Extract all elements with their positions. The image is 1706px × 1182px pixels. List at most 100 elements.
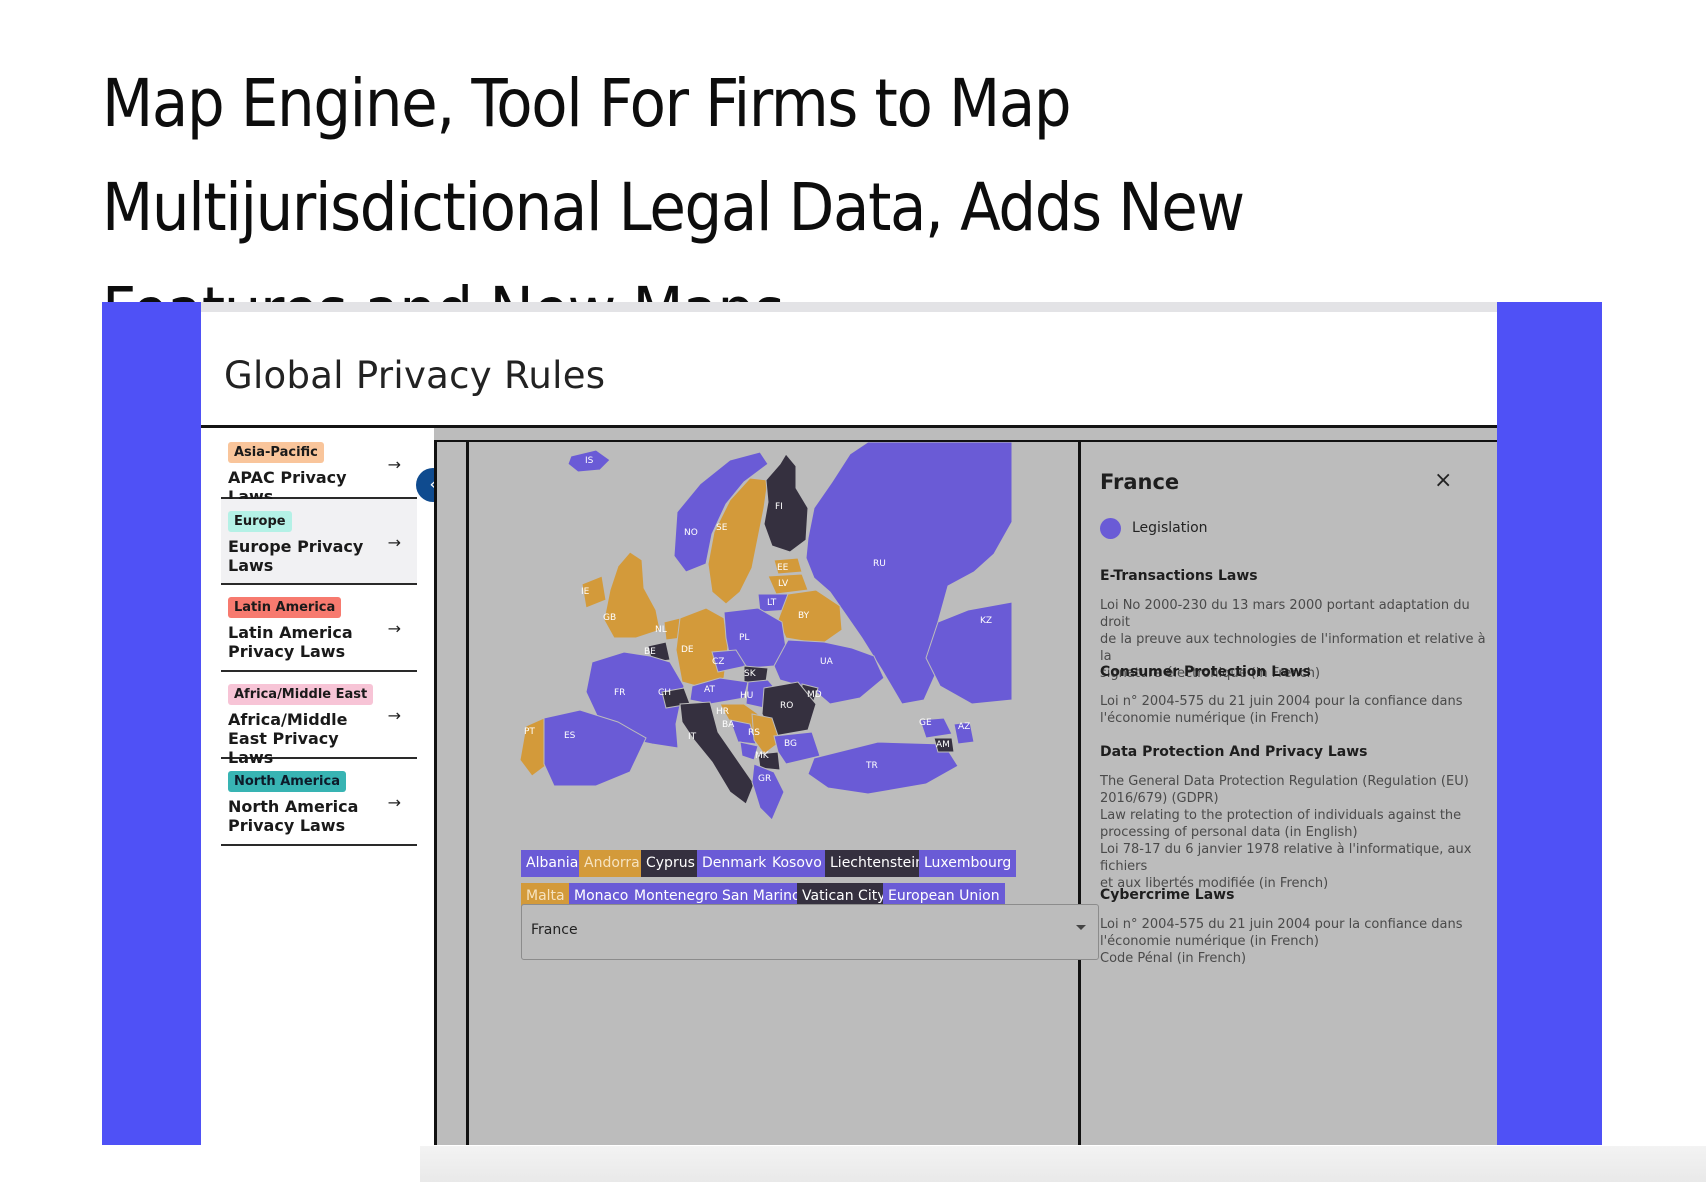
country-label: RS: [748, 728, 760, 738]
region-tag: Africa/Middle East: [228, 684, 374, 705]
arrow-right-icon: →: [387, 619, 401, 638]
law-line: de la preuve aux technologies de l'infor…: [1100, 632, 1486, 664]
law-line: processing of personal data (in English): [1100, 825, 1358, 840]
country-label: BG: [784, 739, 797, 749]
country-label: FR: [614, 688, 625, 698]
sidebar-item-latin-america[interactable]: Latin America Latin America Privacy Laws…: [221, 585, 417, 672]
arrow-right-icon: →: [387, 793, 401, 812]
region-tag: North America: [228, 771, 346, 792]
country-chip[interactable]: Luxembourg: [919, 850, 1017, 877]
country-label: RU: [873, 559, 886, 569]
sidebar-item-north-america[interactable]: North America North America Privacy Laws…: [221, 759, 417, 846]
country-label: GB: [603, 613, 616, 623]
region-tag: Asia-Pacific: [228, 442, 324, 463]
country-gb[interactable]: [603, 551, 661, 639]
country-select[interactable]: France: [521, 904, 1099, 960]
section-title: Consumer Protection Laws: [1100, 664, 1311, 680]
country-select-value: France: [531, 922, 578, 938]
country-label: SK: [744, 669, 757, 679]
sidebar: Asia-Pacific APAC Privacy Laws → Europe …: [201, 428, 419, 938]
country-label: NO: [684, 528, 698, 538]
app-title: Global Privacy Rules: [224, 354, 606, 397]
sidebar-item-apac[interactable]: Asia-Pacific APAC Privacy Laws →: [221, 428, 417, 506]
country-label: BA: [722, 720, 735, 730]
country-label: CZ: [712, 657, 724, 667]
app-window: Global Privacy Rules Asia-Pacific APAC P…: [201, 302, 1497, 1145]
divider: [434, 442, 437, 1145]
country-gr[interactable]: [751, 763, 785, 821]
country-by[interactable]: [777, 589, 843, 645]
country-label: GR: [758, 774, 771, 784]
law-line: Loi 78-17 du 6 janvier 1978 relative à l…: [1100, 842, 1472, 874]
law-line: l'économie numérique (in French): [1100, 934, 1319, 949]
screenshot-frame: Global Privacy Rules Asia-Pacific APAC P…: [102, 302, 1602, 1145]
country-label: KZ: [980, 616, 992, 626]
country-label: MD: [807, 690, 822, 700]
country-fi[interactable]: [763, 453, 809, 553]
legend-label: Legislation: [1132, 520, 1208, 536]
law-line: l'économie numérique (in French): [1100, 711, 1319, 726]
country-label: BE: [644, 647, 656, 657]
section-title: Cybercrime Laws: [1100, 887, 1235, 903]
country-label: MK: [755, 751, 770, 761]
country-chip[interactable]: Andorra: [579, 850, 645, 877]
country-label: CH: [658, 688, 671, 698]
country-chip[interactable]: Cyprus: [641, 850, 700, 877]
country-chip[interactable]: Denmark: [697, 850, 772, 877]
country-label: FI: [775, 502, 783, 512]
panel-title: France: [1100, 470, 1180, 494]
sidebar-item-label: Europe Privacy Laws: [228, 537, 364, 575]
region-tag: Europe: [228, 511, 292, 532]
country-label: HR: [716, 707, 729, 717]
section-body: Loi n° 2004-575 du 21 juin 2004 pour la …: [1100, 916, 1496, 967]
country-detail-panel: France × Legislation E-Transactions Laws…: [1080, 442, 1497, 1145]
section-body: Loi n° 2004-575 du 21 juin 2004 pour la …: [1100, 693, 1496, 727]
country-label: HU: [740, 691, 753, 701]
country-label: ES: [564, 731, 576, 741]
law-line: 2016/679) (GDPR): [1100, 791, 1219, 806]
europe-map[interactable]: IS NO SE FI RU EE LVLT BY IE GB NL DE PL UA KZ BE FR CH CZ…: [468, 442, 1078, 842]
country-label: PL: [739, 633, 749, 643]
section-body: The General Data Protection Regulation (…: [1100, 773, 1496, 892]
arrow-right-icon: →: [387, 455, 401, 474]
country-label: AM: [936, 740, 950, 750]
country-label: EE: [777, 563, 789, 573]
region-tag: Latin America: [228, 597, 342, 618]
section-title: E-Transactions Laws: [1100, 568, 1258, 584]
sidebar-item-africa-middle-east[interactable]: Africa/Middle East Africa/Middle East Pr…: [221, 672, 417, 767]
close-icon[interactable]: ×: [1434, 470, 1452, 492]
country-label: AZ: [958, 722, 970, 732]
sidebar-item-label: North America Privacy Laws: [228, 797, 359, 835]
country-chip[interactable]: Albania: [521, 850, 584, 877]
country-label: PT: [524, 727, 535, 737]
country-label: DE: [681, 645, 694, 655]
country-label: LV: [778, 579, 789, 589]
law-line: Loi No 2000-230 du 13 mars 2000 portant …: [1100, 598, 1470, 630]
law-line: The General Data Protection Regulation (…: [1100, 774, 1469, 789]
law-line: Law relating to the protection of indivi…: [1100, 808, 1462, 823]
page-fade: [420, 1146, 1706, 1182]
country-label: RO: [780, 701, 793, 711]
country-label: LT: [767, 598, 777, 608]
country-label: NL: [655, 625, 667, 635]
sidebar-item-label: Latin America Privacy Laws: [228, 623, 353, 661]
country-label: IE: [581, 587, 590, 597]
section-title: Data Protection And Privacy Laws: [1100, 744, 1368, 760]
arrow-right-icon: →: [387, 706, 401, 725]
country-label: BY: [798, 611, 810, 621]
country-label: AT: [704, 685, 715, 695]
law-line: Loi n° 2004-575 du 21 juin 2004 pour la …: [1100, 917, 1463, 932]
country-chip[interactable]: Kosovo: [767, 850, 827, 877]
country-label: SE: [716, 523, 728, 533]
sidebar-item-europe[interactable]: Europe Europe Privacy Laws →: [221, 499, 417, 585]
country-label: IT: [688, 732, 697, 742]
app-topbar: [201, 302, 1497, 312]
country-chip[interactable]: Liechtenstein: [825, 850, 930, 877]
country-label: GE: [919, 718, 932, 728]
europe-map-area: IS NO SE FI RU EE LV LT BY IE GB NL DE PL UA KZ BE FR CH CZ…: [468, 442, 1078, 1145]
country-label: UA: [820, 657, 834, 667]
legend-swatch: [1100, 518, 1121, 539]
country-label: IS: [585, 456, 594, 466]
law-line: Loi n° 2004-575 du 21 juin 2004 pour la …: [1100, 694, 1463, 709]
country-label: TR: [865, 761, 878, 771]
